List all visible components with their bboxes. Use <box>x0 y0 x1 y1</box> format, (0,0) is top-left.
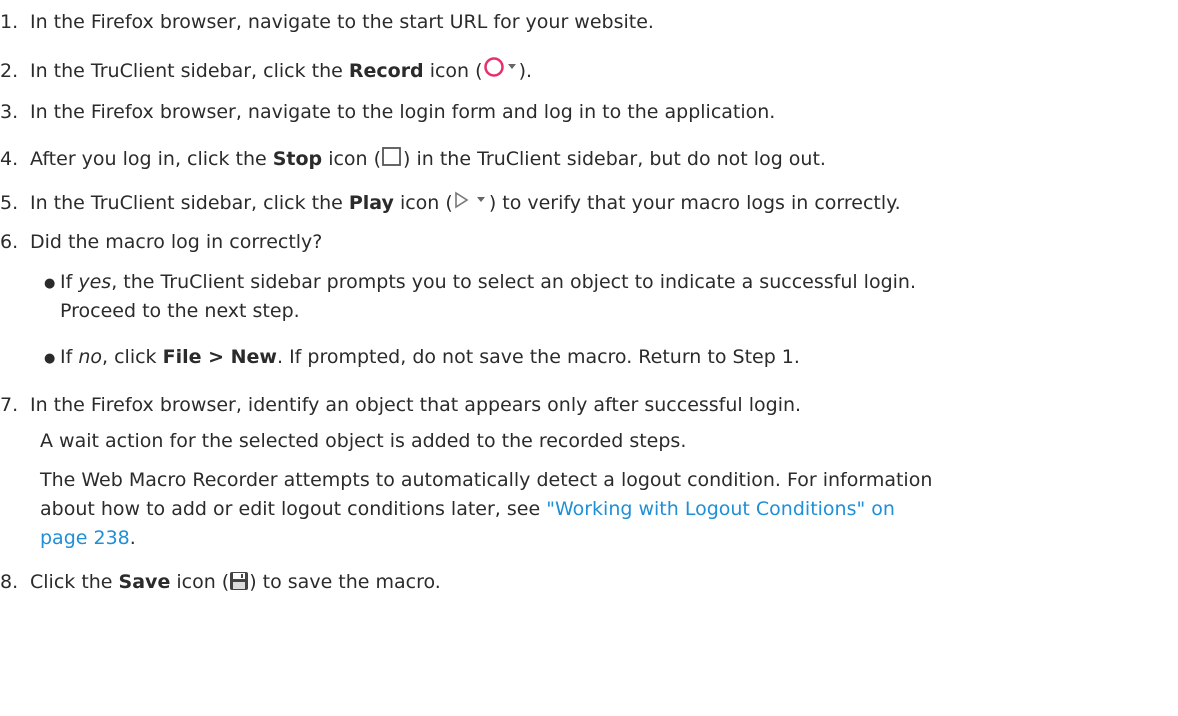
bullet-yes-text-2: Proceed to the next step. <box>60 300 300 322</box>
bullet-dot: ● <box>44 276 56 291</box>
step-text: After you log in, click the <box>30 148 273 170</box>
logout-conditions-link[interactable]: "Working with Logout Conditions" on <box>546 498 895 520</box>
bullet-text: . If prompted, do not save the macro. Re… <box>276 346 800 368</box>
step-number: 2. <box>0 60 19 82</box>
step-7-para-1: A wait action for the selected object is… <box>40 430 687 452</box>
if-label: If <box>60 346 79 368</box>
step-text: Click the <box>30 571 119 593</box>
step-6: 6. Did the macro log in correctly? <box>0 230 322 254</box>
step-number: 1. <box>0 11 19 33</box>
bullet-text: , the TruClient sidebar prompts you to s… <box>111 271 917 293</box>
bullet-text: , click <box>102 346 163 368</box>
step-text: In the Firefox browser, navigate to the … <box>30 101 776 123</box>
step-text: In the TruClient sidebar, click the <box>30 60 349 82</box>
step-8: 8. Click the Save icon ( ) to save the mac… <box>0 570 441 597</box>
stop-label: Stop <box>272 148 323 170</box>
yes-word: yes <box>78 271 112 293</box>
bullet-no: ● <box>44 346 55 373</box>
step-number: 6. <box>0 231 19 253</box>
step-1: 1. In the Firefox browser, navigate to th… <box>0 10 654 34</box>
play-label: Play <box>348 192 394 214</box>
page-238-link[interactable]: page 238 <box>40 527 130 549</box>
step-text: ) to verify that your macro logs in corr… <box>488 192 901 214</box>
step-text: icon ( <box>322 148 382 170</box>
para-text: . <box>129 527 136 549</box>
step-7-para-2a: The Web Macro Recorder attempts to autom… <box>40 469 933 491</box>
step-7: 7. In the Firefox browser, identify an ob… <box>0 393 801 417</box>
save-label: Save <box>118 571 171 593</box>
step-text: icon ( <box>170 571 230 593</box>
step-text: ). <box>518 60 533 82</box>
step-text: In the Firefox browser, identify an obje… <box>30 394 802 416</box>
step-3: 3. In the Firefox browser, navigate to th… <box>0 100 775 124</box>
step-number: 3. <box>0 101 19 123</box>
step-7-para-2c: page 238. <box>40 526 136 550</box>
step-text: Did the macro log in correctly? <box>30 231 323 253</box>
bullet-yes-text: If yes, the TruClient sidebar prompts yo… <box>60 270 916 294</box>
no-word: no <box>78 346 103 368</box>
bullet-no-text: If no, click File > New. If prompted, do… <box>60 345 800 369</box>
step-number: 7. <box>0 394 19 416</box>
stop-icon <box>381 146 403 174</box>
if-label: If <box>60 271 79 293</box>
save-icon <box>229 571 249 597</box>
para-text: about how to add or edit logout conditio… <box>40 498 547 520</box>
step-text: ) in the TruClient sidebar, but do not l… <box>403 148 826 170</box>
step-text: In the Firefox browser, navigate to the … <box>30 11 654 33</box>
bullet-yes: ● <box>44 271 55 298</box>
step-number: 5. <box>0 192 19 214</box>
step-number: 4. <box>0 148 19 170</box>
step-4: 4. After you log in, click the Stop icon … <box>0 146 826 174</box>
step-text: ) to save the macro. <box>249 571 441 593</box>
step-text: In the TruClient sidebar, click the <box>30 192 349 214</box>
step-text: icon ( <box>423 60 483 82</box>
file-new-label: File > New <box>162 346 277 368</box>
step-number: 8. <box>0 571 19 593</box>
step-5: 5. In the TruClient sidebar, click the Pl… <box>0 190 901 218</box>
record-icon <box>483 56 519 86</box>
record-label: Record <box>348 60 424 82</box>
step-7-para-2b: about how to add or edit logout conditio… <box>40 497 895 521</box>
play-icon <box>453 190 489 218</box>
step-text: icon ( <box>393 192 453 214</box>
bullet-dot: ● <box>44 351 56 366</box>
step-2: 2. In the TruClient sidebar, click the Re… <box>0 56 532 86</box>
